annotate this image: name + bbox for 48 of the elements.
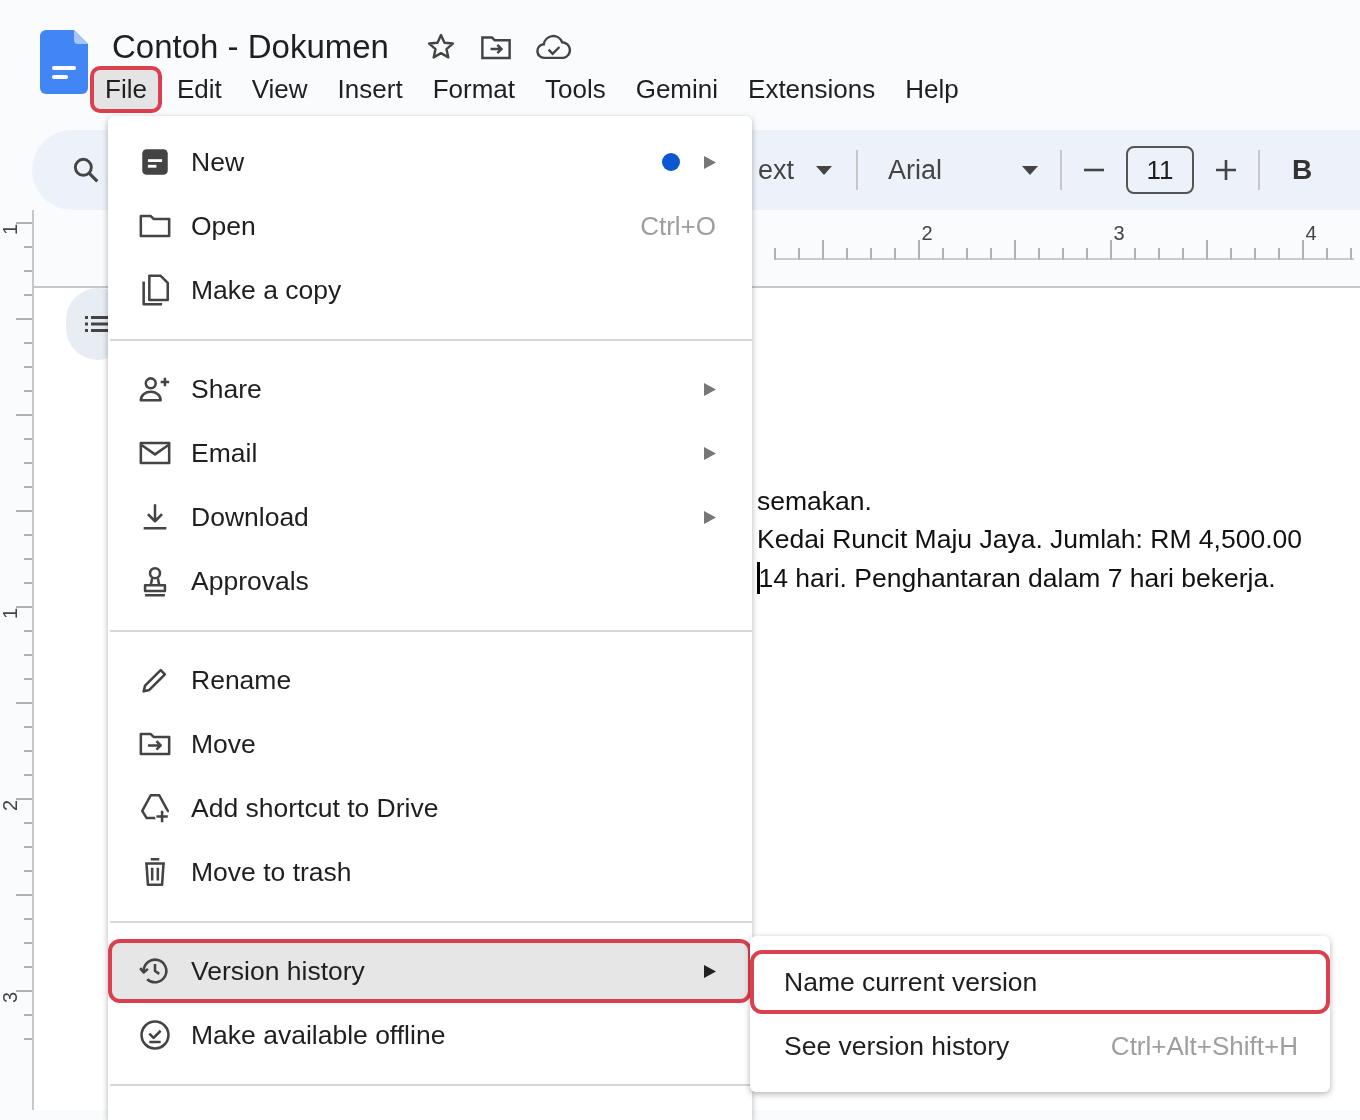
menu-item[interactable]: Version history	[108, 939, 752, 1003]
document-text-line: Kedai Runcit Maju Jaya. Jumlah: RM 4,500.00	[757, 523, 1303, 557]
menu-bar-item[interactable]: File	[90, 66, 162, 113]
menu-item[interactable]: Open Ctrl+O	[108, 194, 752, 258]
bold-button[interactable]: B	[1288, 150, 1317, 190]
shortcut-text: Ctrl+Alt+Shift+H	[1110, 1030, 1298, 1062]
drive-plus-icon	[138, 791, 172, 825]
menu-item[interactable]: Download	[108, 485, 752, 549]
ruler-number: 2	[920, 222, 934, 246]
ruler-number: 3	[1112, 222, 1126, 246]
menu-item[interactable]: Rename	[108, 648, 752, 712]
style-dropdown[interactable]: ext	[758, 154, 832, 186]
menu-bar-item[interactable]: Gemini	[620, 66, 734, 113]
caret-icon	[816, 165, 832, 175]
docs-logo-icon	[40, 30, 88, 94]
menu-item[interactable]: Share	[108, 357, 752, 421]
menu-item[interactable]: New	[108, 130, 752, 194]
menu-bar-item[interactable]: View	[236, 66, 323, 113]
ruler-number: 3	[0, 991, 23, 1004]
ruler-number: 2	[0, 799, 23, 812]
ruler-number: 4	[1304, 222, 1318, 246]
font-size-field[interactable]: 11	[1126, 146, 1194, 194]
shortcut-text: Ctrl+O	[640, 210, 716, 242]
font-dropdown[interactable]: Arial	[888, 154, 1038, 186]
menu-item[interactable]: Make available offline	[108, 1003, 752, 1067]
menu-item[interactable]: Move to trash	[108, 840, 752, 904]
plus-icon[interactable]	[1214, 158, 1238, 182]
submenu-item[interactable]: See version history Ctrl+Alt+Shift+H	[750, 1014, 1330, 1078]
menu-item[interactable]: Move	[108, 712, 752, 776]
menu-bar-item[interactable]: Format	[417, 66, 530, 113]
ruler-number: 1	[0, 223, 23, 236]
menu-bar-item[interactable]: Tools	[530, 66, 621, 113]
caret-icon	[1022, 165, 1038, 175]
menu-item[interactable]: Make a copy	[108, 258, 752, 322]
menu-bar-item[interactable]: Extensions	[733, 66, 891, 113]
submenu-item[interactable]: Name current version	[750, 950, 1330, 1014]
ruler-number: 1	[0, 607, 23, 620]
cloud-check-icon[interactable]	[535, 32, 573, 62]
offline-check-icon	[138, 1018, 172, 1052]
menu-item[interactable]: Email	[108, 421, 752, 485]
document-text-line: 14 hari. Penghantaran dalam 7 hari bekerja.	[757, 561, 1277, 597]
document-text-line: semakan.	[757, 484, 873, 518]
menu-item[interactable]: Approvals	[108, 549, 752, 613]
menu-item[interactable]: Add shortcut to Drive	[108, 776, 752, 840]
menu-bar-item[interactable]: Insert	[322, 66, 418, 113]
document-title[interactable]: Contoh - Dokumen	[112, 28, 389, 66]
menu-bar-item[interactable]: Edit	[161, 66, 237, 113]
menu-bar-item[interactable]: Help	[890, 66, 974, 113]
